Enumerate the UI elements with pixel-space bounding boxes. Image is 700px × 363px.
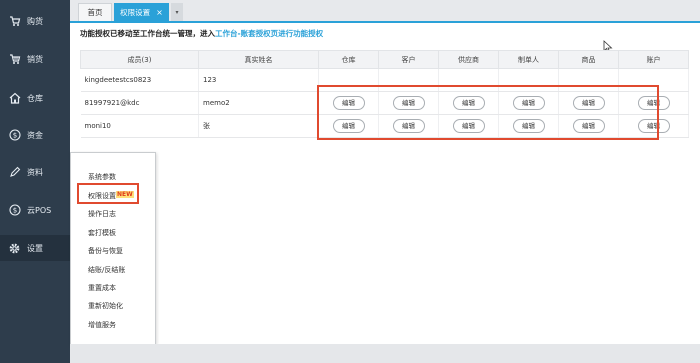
- sidebar-item-label: 资金: [27, 130, 43, 140]
- close-icon[interactable]: ×: [156, 8, 163, 17]
- col-supplier: 供应商: [438, 50, 499, 69]
- col-member: 成员(3): [80, 50, 199, 69]
- menu-item-closing[interactable]: 结账/反结账: [88, 265, 125, 275]
- sidebar-item-sales[interactable]: 销货: [0, 46, 70, 72]
- svg-text:$: $: [12, 207, 16, 215]
- sidebar-item-pos[interactable]: $ 云POS: [0, 197, 70, 223]
- menu-item-reset-cost[interactable]: 重置成本: [88, 283, 116, 293]
- member-cell: moni10: [80, 114, 199, 138]
- sidebar-item-label: 云POS: [27, 205, 52, 215]
- sidebar-item-label: 销货: [27, 54, 43, 64]
- menu-item-reinitialize[interactable]: 重新初始化: [88, 301, 123, 311]
- tab-bar: 首页 权限设置 × ▾: [70, 0, 700, 23]
- sidebar: 购货 销货 仓库 $ 资金 资料 $ 云POS 设置: [0, 0, 70, 363]
- name-cell: memo2: [198, 91, 319, 115]
- settings-menu: 系统参数 权限设置NEW 操作日志 套打模板 备份与恢复 结账/反结账 重置成本…: [70, 152, 156, 345]
- col-goods: 商品: [558, 50, 619, 69]
- sidebar-item-purchase[interactable]: 购货: [0, 8, 70, 34]
- tab-permissions[interactable]: 权限设置 ×: [114, 3, 169, 21]
- money-icon: $: [8, 129, 21, 142]
- member-cell: 81997921@kdc: [80, 91, 199, 115]
- sidebar-item-label: 仓库: [27, 93, 43, 103]
- menu-item-operation-log[interactable]: 操作日志: [88, 209, 116, 219]
- sidebar-item-warehouse[interactable]: 仓库: [0, 85, 70, 111]
- col-account: 账户: [618, 50, 689, 69]
- notice-text: 功能授权已移动至工作台统一管理，进入: [80, 29, 215, 38]
- table-header-row: 成员(3) 真实姓名 仓库 客户 供应商 制单人 商品 账户: [80, 50, 689, 69]
- sidebar-item-data[interactable]: 资料: [0, 159, 70, 185]
- warehouse-icon: [8, 92, 21, 105]
- name-cell: 123: [198, 68, 319, 92]
- sidebar-item-funds[interactable]: $ 资金: [0, 122, 70, 148]
- workbench-link[interactable]: 工作台-账套授权页进行功能授权: [215, 29, 323, 38]
- tab-home[interactable]: 首页: [78, 3, 112, 21]
- sidebar-item-label: 设置: [27, 243, 43, 253]
- col-customer: 客户: [378, 50, 439, 69]
- name-cell: 张: [198, 114, 319, 138]
- edit-buttons-highlight: [317, 85, 659, 140]
- sidebar-item-label: 资料: [27, 167, 43, 177]
- chevron-down-icon[interactable]: ▾: [171, 3, 183, 21]
- col-creator: 制单人: [498, 50, 559, 69]
- member-cell: kingdeetestcs0823: [80, 68, 199, 92]
- tab-label: 权限设置: [120, 7, 151, 17]
- menu-item-print-template[interactable]: 套打模板: [88, 228, 116, 238]
- col-real-name: 真实姓名: [198, 50, 319, 69]
- sidebar-item-settings[interactable]: 设置: [0, 235, 70, 261]
- permission-notice: 功能授权已移动至工作台统一管理，进入工作台-账套授权页进行功能授权: [80, 28, 323, 39]
- bottom-bar: [70, 344, 700, 363]
- permissions-highlight: [77, 183, 139, 204]
- pencil-icon: [8, 166, 21, 179]
- svg-text:$: $: [12, 132, 16, 140]
- sidebar-item-label: 购货: [27, 16, 43, 26]
- pos-icon: $: [8, 204, 21, 217]
- cart-icon: [8, 15, 21, 28]
- sales-cart-icon: [8, 53, 21, 66]
- gear-icon: [8, 242, 21, 255]
- col-warehouse: 仓库: [318, 50, 379, 69]
- menu-item-backup-restore[interactable]: 备份与恢复: [88, 246, 123, 256]
- menu-item-value-added[interactable]: 增值服务: [88, 320, 116, 330]
- menu-item-system-params[interactable]: 系统参数: [88, 172, 116, 182]
